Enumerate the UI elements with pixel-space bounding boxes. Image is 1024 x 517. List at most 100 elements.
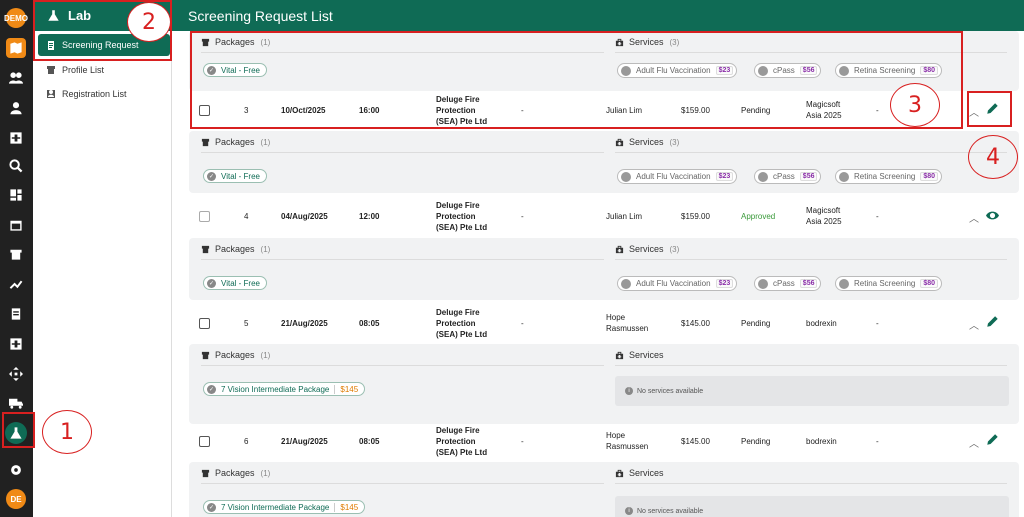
sidebar-item-profile-list[interactable]: Profile List: [38, 59, 170, 81]
gear-icon[interactable]: [6, 460, 26, 480]
person-icon[interactable]: [6, 98, 26, 118]
trend-icon[interactable]: [6, 274, 26, 294]
users-icon[interactable]: [6, 68, 26, 88]
vaccine-icon: [621, 65, 631, 76]
row-date: 21/Aug/2025: [281, 319, 328, 328]
map-icon[interactable]: [6, 38, 26, 58]
service-chip: Adult Flu Vaccination $23: [617, 63, 738, 78]
id-card-icon: [47, 90, 55, 98]
sidebar-item-label: Screening Request: [62, 40, 139, 50]
check-icon: ✓: [207, 502, 216, 512]
divider: [201, 152, 604, 153]
packages-heading: Packages (1): [201, 137, 270, 147]
row-status: Pending: [741, 437, 771, 446]
edit-icon[interactable]: [986, 102, 999, 117]
row-checkbox[interactable]: [199, 318, 210, 329]
move-icon[interactable]: [6, 364, 26, 384]
divider: [201, 52, 604, 53]
medical-kit-icon: [615, 245, 624, 253]
annotation-marker: 1: [42, 410, 92, 454]
service-chip: Retina Screening $80: [835, 63, 943, 78]
row-organization: Magicsoft Asia 2025: [806, 206, 842, 226]
truck-icon[interactable]: [6, 393, 26, 413]
vaccine-icon: [758, 65, 768, 76]
dashboard-icon[interactable]: [6, 185, 26, 205]
row-time: 08:05: [359, 319, 380, 328]
service-chip: Retina Screening $80: [835, 169, 943, 184]
demo-badge[interactable]: DEMO: [4, 8, 28, 28]
row-reference: -: [521, 437, 524, 446]
chevron-up-icon[interactable]: ︿: [969, 104, 979, 119]
medical-plus-icon[interactable]: [6, 128, 26, 148]
archive-icon: [201, 38, 210, 46]
search-icon[interactable]: [6, 156, 26, 176]
table-row[interactable]: 6 21/Aug/2025 08:05 Deluge Fire Protectio…: [189, 425, 1019, 457]
medical-kit-icon: [615, 138, 624, 146]
check-icon: ✓: [207, 278, 216, 288]
vaccine-icon: [758, 278, 768, 289]
sidebar-item-registration-list[interactable]: Registration List: [38, 83, 170, 105]
row-company: Deluge Fire Protection (SEA) Pte Ltd: [436, 308, 488, 339]
package-chip: ✓ 7 Vision Intermediate Package $145: [203, 382, 366, 396]
row-checkbox[interactable]: [199, 105, 210, 116]
archive-icon: [201, 469, 210, 477]
edit-icon[interactable]: [986, 315, 999, 330]
services-heading: Services: [615, 350, 664, 360]
row-checkbox[interactable]: [199, 436, 210, 447]
divider: [201, 259, 604, 260]
check-icon: ✓: [207, 65, 216, 75]
package-chip: ✓ Vital - Free: [203, 63, 267, 77]
row-time: 12:00: [359, 212, 380, 221]
archive-icon: [201, 138, 210, 146]
row-time: 16:00: [359, 106, 380, 115]
package-chip: ✓ 7 Vision Intermediate Package $145: [203, 500, 366, 514]
table-row[interactable]: 5 21/Aug/2025 08:05 Deluge Fire Protectio…: [189, 307, 1019, 339]
eye-icon[interactable]: [986, 209, 999, 224]
calendar-icon[interactable]: [6, 215, 26, 235]
packages-heading: Packages (1): [201, 350, 270, 360]
chevron-up-icon[interactable]: ︿: [969, 210, 979, 225]
medical-add-icon[interactable]: [6, 334, 26, 354]
request-detail-panel: Packages (1) Services (3) ✓ Vital - Free Ad…: [189, 31, 1019, 91]
table-row[interactable]: 4 04/Aug/2025 12:00 Deluge Fire Protectio…: [189, 200, 1019, 232]
clipboard-icon: [48, 41, 54, 50]
row-date: 21/Aug/2025: [281, 437, 328, 446]
service-chip: cPass $56: [754, 169, 822, 184]
no-services-notice: i No services available: [615, 376, 1009, 406]
chevron-up-icon[interactable]: ︿: [969, 317, 979, 332]
lab-flask-icon[interactable]: [5, 422, 27, 444]
divider: [615, 259, 1007, 260]
edit-icon[interactable]: [986, 433, 999, 448]
row-remark: -: [876, 437, 879, 446]
check-icon: ✓: [207, 171, 216, 181]
document-icon[interactable]: [6, 304, 26, 324]
medical-kit-icon: [615, 351, 624, 359]
sidebar-item-label: Registration List: [62, 89, 127, 99]
divider: [615, 152, 1007, 153]
vaccine-icon: [839, 65, 849, 76]
chevron-up-icon[interactable]: ︿: [969, 435, 979, 450]
row-organization: Magicsoft Asia 2025: [806, 100, 842, 120]
store-icon[interactable]: [6, 244, 26, 264]
row-checkbox[interactable]: [199, 211, 210, 222]
info-icon: i: [625, 507, 633, 515]
check-icon: ✓: [207, 384, 216, 394]
row-remark: -: [876, 106, 879, 115]
annotation-marker: 2: [127, 2, 171, 42]
archive-icon: [201, 351, 210, 359]
row-organization: bodrexin: [806, 319, 837, 328]
row-number: 4: [244, 212, 249, 221]
service-chip: cPass $56: [754, 276, 822, 291]
medical-kit-icon: [615, 469, 624, 477]
vaccine-icon: [839, 171, 849, 182]
row-number: 5: [244, 319, 249, 328]
row-company: Deluge Fire Protection (SEA) Pte Ltd: [436, 426, 488, 457]
row-company: Deluge Fire Protection (SEA) Pte Ltd: [436, 95, 488, 126]
request-detail-panel: Packages (1) Services ✓ 7 Vision Intermedi…: [189, 344, 1019, 424]
request-detail-panel: Packages (1) Services (3) ✓ Vital - Free Ad…: [189, 131, 1019, 193]
request-detail-panel: Packages (1) Services (3) ✓ Vital - Free Ad…: [189, 238, 1019, 300]
user-avatar[interactable]: DE: [6, 489, 26, 509]
row-status: Pending: [741, 319, 771, 328]
divider: [615, 483, 1007, 484]
row-amount: $159.00: [681, 212, 710, 221]
